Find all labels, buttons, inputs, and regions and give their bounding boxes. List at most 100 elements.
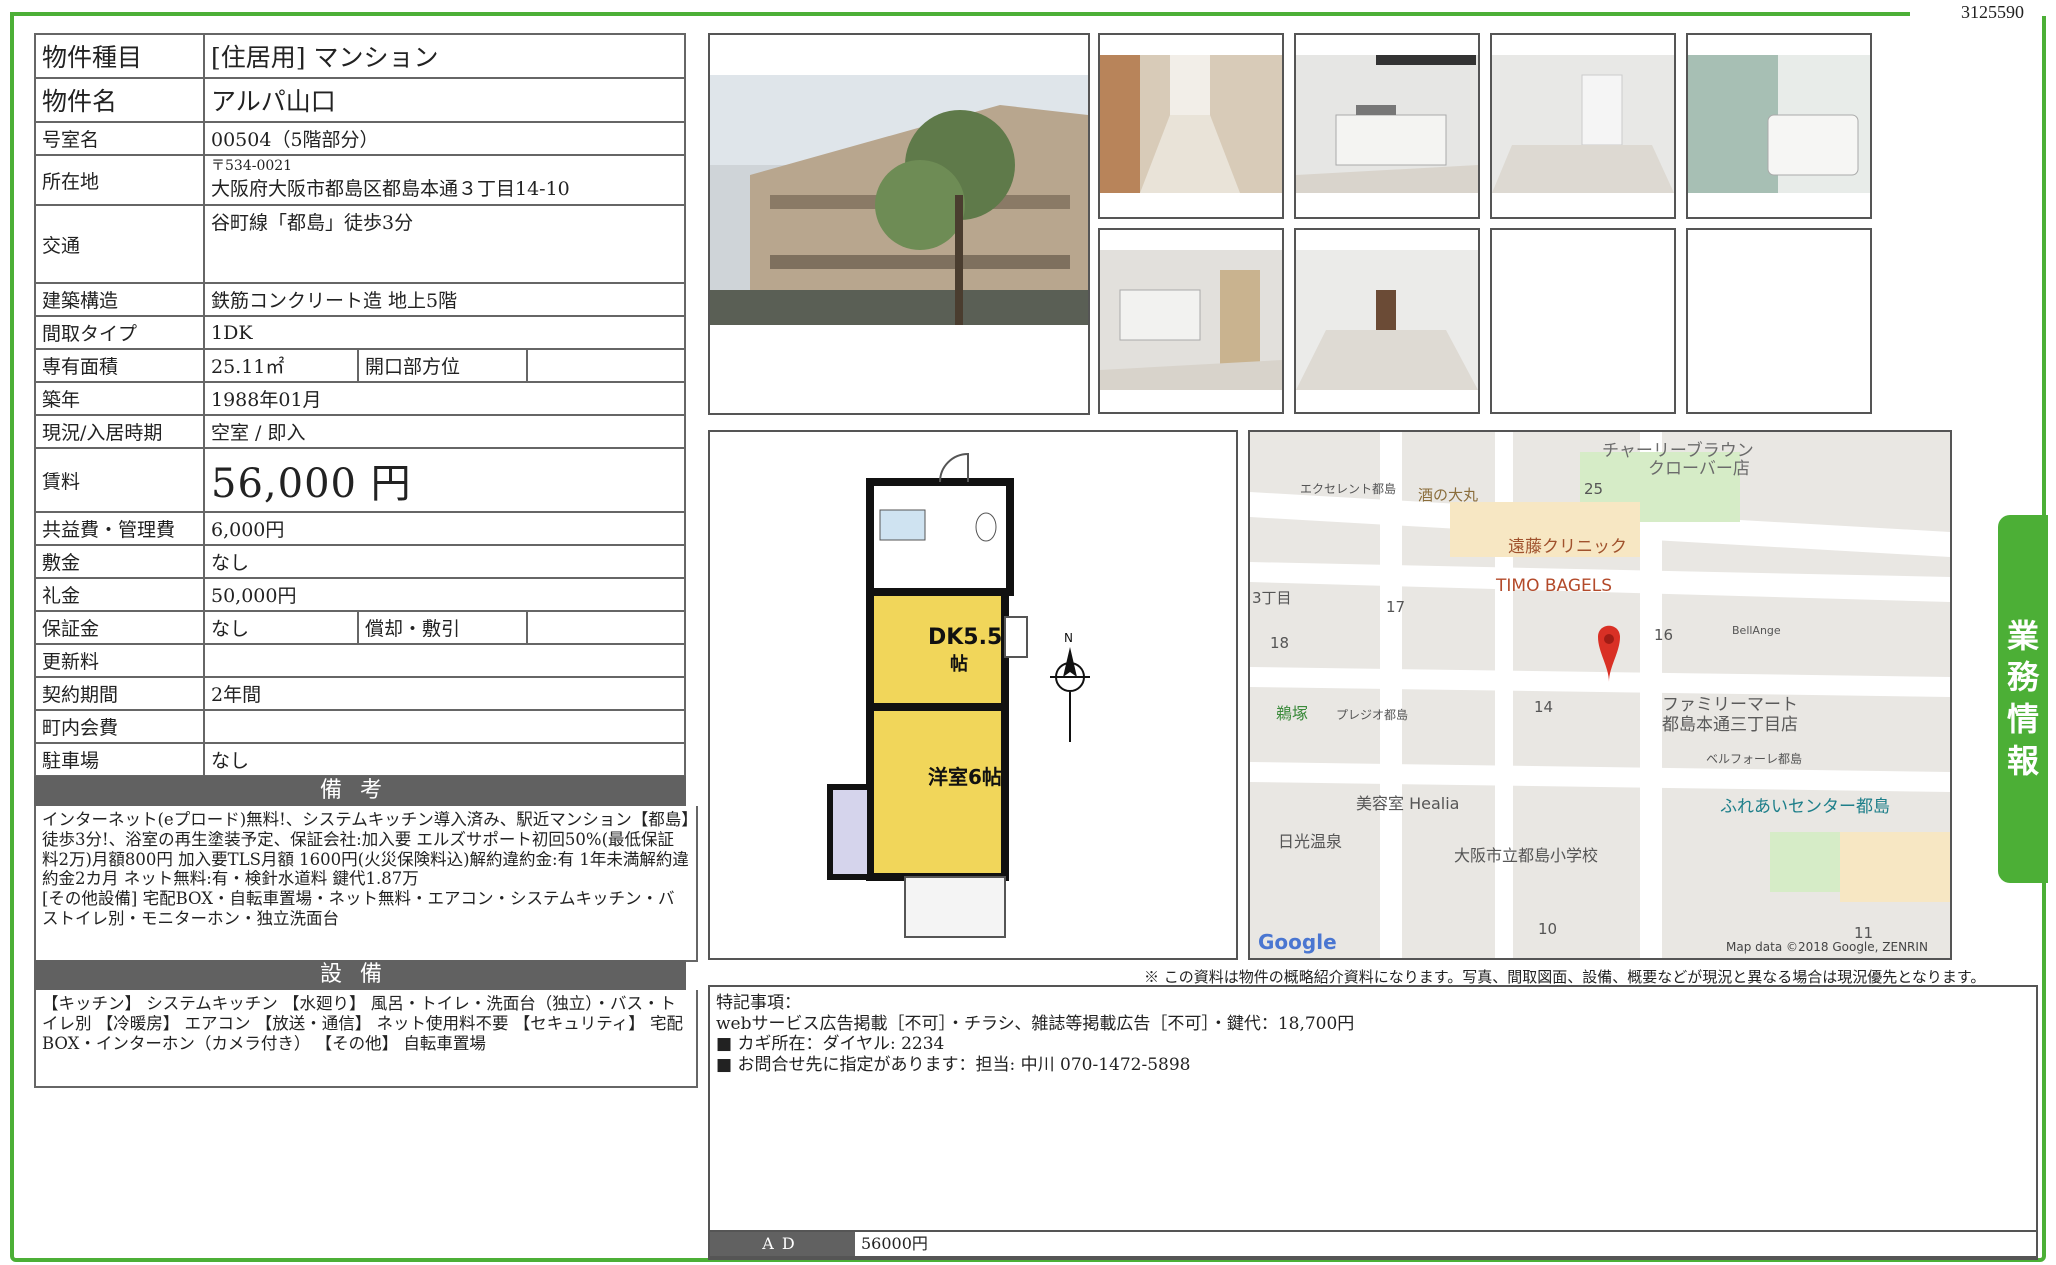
area-label: 専有面積 (34, 348, 205, 383)
interior-photo-kitchen-2[interactable] (1098, 228, 1284, 414)
kitchen-image (1296, 55, 1478, 193)
remarks-line: webサービス広告掲載［不可］・チラシ、雑誌等掲載広告［不可］・鍵代：18,70… (716, 1013, 1355, 1034)
type-value: [住居用] マンション (203, 33, 686, 79)
map-label: 大阪市立都島小学校 (1454, 846, 1599, 865)
floor-room-label: 洋室6帖 (928, 765, 1002, 789)
hallway-image (1100, 55, 1282, 193)
layout-label: 間取タイプ (34, 315, 205, 350)
access-label: 交通 (34, 204, 205, 284)
community-label: 町内会費 (34, 709, 205, 744)
remarks-line: ■ お問合せ先に指定があります：担当: 中川 070-1472-5898 (716, 1055, 1191, 1076)
side-tab-char: 業 (2006, 616, 2039, 655)
status-label: 現況/入居時期 (34, 414, 205, 449)
remarks-title: 特記事項： (716, 993, 801, 1013)
facing-value (527, 350, 684, 381)
side-tab-char: 報 (2006, 741, 2039, 780)
layout-value: 1DK (203, 315, 686, 350)
map-label: 美容室 Healia (1356, 794, 1460, 813)
ad-label: AD (710, 1232, 855, 1256)
room-2-image (1296, 250, 1478, 390)
building-photo[interactable] (708, 33, 1090, 415)
interior-photo-hallway[interactable] (1098, 33, 1284, 219)
remarks-line: ■ カギ所在：ダイヤル: 2234 (716, 1034, 945, 1055)
key-money-value: 50,000円 (203, 577, 686, 612)
side-tab-char: 務 (2006, 658, 2039, 697)
map-label: 25 (1584, 480, 1604, 498)
structure-value: 鉄筋コンクリート造 地上5階 (203, 282, 686, 317)
guarantee-label: 保証金 (34, 610, 205, 645)
structure-label: 建築構造 (34, 282, 205, 317)
map-label: エクセレント都島 (1300, 482, 1397, 496)
map-label: 10 (1538, 920, 1558, 938)
disclaimer-notice: ※ この資料は物件の概略紹介資料になります。写真、間取図面、設備、概要などが現況… (1144, 968, 1986, 986)
ad-row: AD 56000円 (708, 1230, 2038, 1258)
photo-slot-empty (1490, 228, 1676, 414)
map-canvas (1250, 432, 1950, 958)
fee-label: 共益費・管理費 (34, 511, 205, 546)
map-label: 酒の大丸 (1418, 486, 1479, 504)
notes-text: インターネット(eプロード)無料!、システムキッチン導入済み、駅近マンション【都… (34, 806, 698, 962)
status-value: 空室 / 即入 (203, 414, 686, 449)
map-attribution: Map data ©2018 Google, ZENRIN (1726, 940, 1928, 954)
facilities-heading: 設備 (34, 960, 686, 990)
map-label: 14 (1534, 698, 1554, 716)
floor-plan-drawing: DK5.5 帖 洋室6帖 N (827, 452, 1090, 938)
term-label: 契約期間 (34, 676, 205, 711)
deposit-label: 敷金 (34, 544, 205, 579)
room-value: 00504（5階部分） (203, 121, 686, 156)
map-label: 鵜塚 (1276, 704, 1309, 723)
map-label: プレジオ都島 (1336, 708, 1409, 722)
notes-heading: 備考 (34, 776, 686, 806)
photo-slot-empty (1686, 228, 1872, 414)
map-label: BellAnge (1732, 624, 1781, 637)
interior-photo-room[interactable] (1490, 33, 1676, 219)
property-table: 物件種目 [住居用] マンション 物件名 アルパ山口 号室名 00504（5階部分） … (34, 33, 686, 777)
building-image (710, 75, 1088, 325)
map-label: 17 (1386, 598, 1406, 616)
name-value: アルパ山口 (203, 77, 686, 123)
amort-value (527, 612, 684, 643)
location-map[interactable]: チャーリーブラウン クローバー店 エクセレント都島 酒の大丸 25 遠藤クリニッ… (1248, 430, 1952, 960)
ad-value: 56000円 (861, 1234, 928, 1253)
area-value: 25.11㎡ (205, 350, 359, 381)
address-label: 所在地 (34, 154, 205, 206)
renewal-value (203, 643, 686, 678)
community-value (203, 709, 686, 744)
map-label: 16 (1654, 626, 1674, 644)
remarks-box: 特記事項： webサービス広告掲載［不可］・チラシ、雑誌等掲載広告［不可］・鍵代… (708, 985, 2038, 1260)
address-zip: 〒534-0021 (211, 157, 293, 174)
map-label: 3丁目 (1252, 589, 1292, 607)
built-value: 1988年01月 (203, 381, 686, 416)
parking-label: 駐車場 (34, 742, 205, 777)
key-money-label: 礼金 (34, 577, 205, 612)
interior-photo-bath[interactable] (1686, 33, 1872, 219)
floor-dk-label: DK5.5 (928, 625, 1002, 650)
map-label: ふれあいセンター都島 (1720, 797, 1890, 817)
term-value: 2年間 (203, 676, 686, 711)
amort-label: 償却・敷引 (358, 612, 528, 643)
side-tab-business-info[interactable]: 業 務 情 報 (1998, 515, 2048, 883)
floor-dk-unit: 帖 (950, 653, 968, 675)
map-label: TIMO BAGELS (1496, 576, 1613, 596)
interior-photo-room-2[interactable] (1294, 228, 1480, 414)
floor-plan[interactable]: DK5.5 帖 洋室6帖 N (708, 430, 1238, 960)
north-label: N (1064, 631, 1073, 645)
renewal-label: 更新料 (34, 643, 205, 678)
map-label: ベルフォーレ都島 (1706, 752, 1803, 766)
map-label: クローバー店 (1648, 459, 1750, 479)
room-label: 号室名 (34, 121, 205, 156)
type-label: 物件種目 (34, 33, 205, 79)
rent-label: 賃料 (34, 447, 205, 513)
interior-photo-kitchen[interactable] (1294, 33, 1480, 219)
document-id: 3125590 (1961, 2, 2024, 22)
deposit-value: なし (203, 544, 686, 579)
room-image (1492, 55, 1674, 193)
map-label: 日光温泉 (1278, 832, 1343, 851)
kitchen-2-image (1100, 250, 1282, 390)
side-tab-char: 情 (2006, 700, 2039, 738)
address-value: 大阪府大阪市都島区都島本通３丁目14-10 (211, 178, 570, 201)
guarantee-value: なし (205, 612, 359, 643)
built-label: 築年 (34, 381, 205, 416)
map-label: 18 (1270, 634, 1290, 652)
facing-label: 開口部方位 (358, 350, 528, 381)
